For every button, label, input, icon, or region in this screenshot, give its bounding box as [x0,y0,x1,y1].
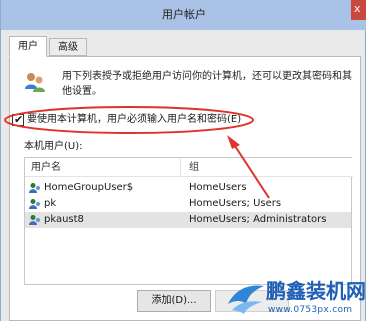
tab-users[interactable]: 用户 [9,36,47,57]
user-accounts-window: 用户帐户 x 用户 高级 用下列表授予或拒绝用户访问你的计算机，还可以更改其密码… [0,0,366,321]
bird-logo-icon [228,285,264,314]
watermark-url: www.0753px.com [268,305,353,315]
watermark-logo: 鹏鑫装机网 www.0753px.com [226,278,366,321]
watermark-brand: 鹏鑫装机网 [266,279,366,303]
annotation-arrow [227,135,270,199]
